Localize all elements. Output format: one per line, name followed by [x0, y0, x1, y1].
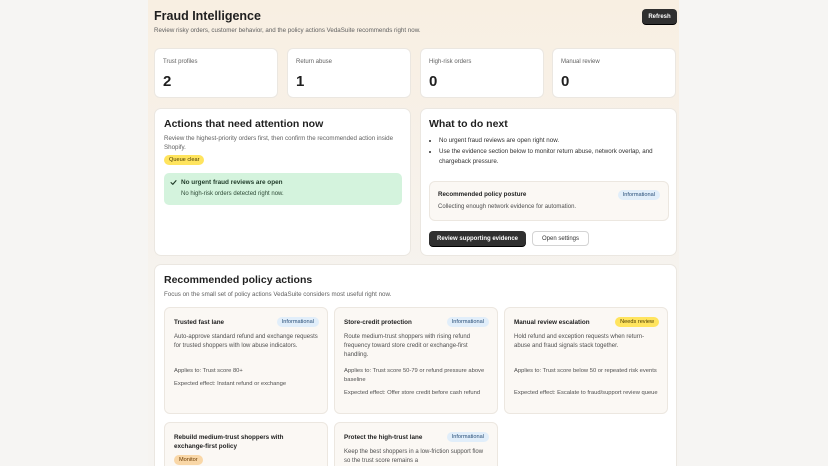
policy-card-description: Keep the best shoppers in a low-friction… — [344, 449, 484, 464]
stat-label: Manual review — [561, 59, 600, 65]
policy-card-badge: Informational — [276, 317, 319, 327]
refresh-button[interactable]: Refresh — [642, 9, 677, 24]
policy-card-badge: Informational — [446, 432, 489, 442]
policy-card-badge: Monitor — [174, 455, 203, 465]
policy-card-title: Rebuild medium-trust shoppers with excha… — [174, 434, 284, 450]
success-banner-text: No high-risk orders detected right now. — [181, 191, 284, 197]
policy-card-title: Trusted fast lane — [174, 319, 225, 326]
stat-value: 0 — [561, 73, 570, 90]
page-subtitle: Review risky orders, customer behavior, … — [154, 27, 421, 34]
policy-actions-card: Recommended policy actions Focus on the … — [154, 264, 677, 466]
stat-label: Trust profiles — [163, 59, 198, 65]
stat-return-abuse: Return abuse 1 — [287, 48, 411, 98]
next-steps-list: No urgent fraud reviews are open right n… — [429, 136, 669, 168]
policy-posture-text: Collecting enough network evidence for a… — [438, 204, 577, 210]
policy-card-badge: Informational — [446, 317, 489, 327]
policy-card-effect: Expected effect: Escalate to fraud/suppo… — [514, 390, 658, 396]
fraud-intelligence-page: Fraud Intelligence Review risky orders, … — [148, 0, 679, 466]
next-steps-card: What to do next No urgent fraud reviews … — [420, 108, 677, 256]
open-settings-button[interactable]: Open settings — [532, 231, 589, 246]
policy-card-description: Hold refund and exception requests when … — [514, 334, 645, 349]
stat-trust-profiles: Trust profiles 2 — [154, 48, 278, 98]
policy-posture-title: Recommended policy posture — [438, 191, 527, 198]
policy-card-description: Auto-approve standard refund and exchang… — [174, 334, 318, 349]
policy-posture-badge: Informational — [617, 190, 660, 200]
policy-card-applies: Applies to: Trust score 80+ — [174, 368, 243, 374]
policy-card-title: Manual review escalation — [514, 319, 590, 326]
attention-card: Actions that need attention now Review t… — [154, 108, 411, 256]
policy-card-title: Store-credit protection — [344, 319, 412, 326]
policy-card-applies: Applies to: Trust score below 50 or repe… — [514, 368, 657, 374]
policy-card-rebuild-medium-trust: Rebuild medium-trust shoppers with excha… — [164, 422, 328, 466]
policy-card-effect: Expected effect: Offer store credit befo… — [344, 390, 481, 396]
review-evidence-button[interactable]: Review supporting evidence — [429, 231, 526, 246]
list-item: No urgent fraud reviews are open right n… — [439, 136, 669, 147]
queue-status-badge: Queue clear — [164, 155, 205, 165]
policy-actions-title: Recommended policy actions — [164, 274, 313, 286]
policy-card-description: Route medium-trust shoppers with rising … — [344, 334, 471, 358]
stat-value: 0 — [429, 73, 438, 90]
policy-card-title: Protect the high-trust lane — [344, 434, 423, 441]
policy-card-badge: Needs review — [615, 317, 659, 327]
stat-value: 1 — [296, 73, 305, 90]
stat-value: 2 — [163, 73, 172, 90]
next-steps-title: What to do next — [429, 118, 508, 130]
stat-high-risk-orders: High-risk orders 0 — [420, 48, 544, 98]
success-banner-title: No urgent fraud reviews are open — [181, 179, 283, 186]
policy-posture-panel: Recommended policy posture Informational… — [429, 181, 669, 221]
list-item: Use the evidence section below to monito… — [439, 147, 669, 168]
policy-card-high-trust-lane: Protect the high-trust lane Informationa… — [334, 422, 498, 466]
policy-card-applies: Applies to: Trust score 50-79 or refund … — [344, 368, 485, 383]
checkmark-icon — [170, 180, 177, 185]
stat-label: High-risk orders — [429, 59, 472, 65]
policy-card-manual-review: Manual review escalation Needs review Ho… — [504, 307, 668, 414]
attention-description: Review the highest-priority orders first… — [164, 135, 394, 151]
policy-card-effect: Expected effect: Instant refund or excha… — [174, 381, 287, 387]
policy-card-store-credit: Store-credit protection Informational Ro… — [334, 307, 498, 414]
page-title: Fraud Intelligence — [154, 9, 261, 23]
stat-label: Return abuse — [296, 59, 333, 65]
policy-actions-description: Focus on the small set of policy actions… — [164, 291, 392, 298]
stat-manual-review: Manual review 0 — [552, 48, 676, 98]
attention-title: Actions that need attention now — [164, 118, 324, 130]
success-banner: No urgent fraud reviews are open No high… — [164, 173, 402, 205]
policy-card-trusted-fast-lane: Trusted fast lane Informational Auto-app… — [164, 307, 328, 414]
